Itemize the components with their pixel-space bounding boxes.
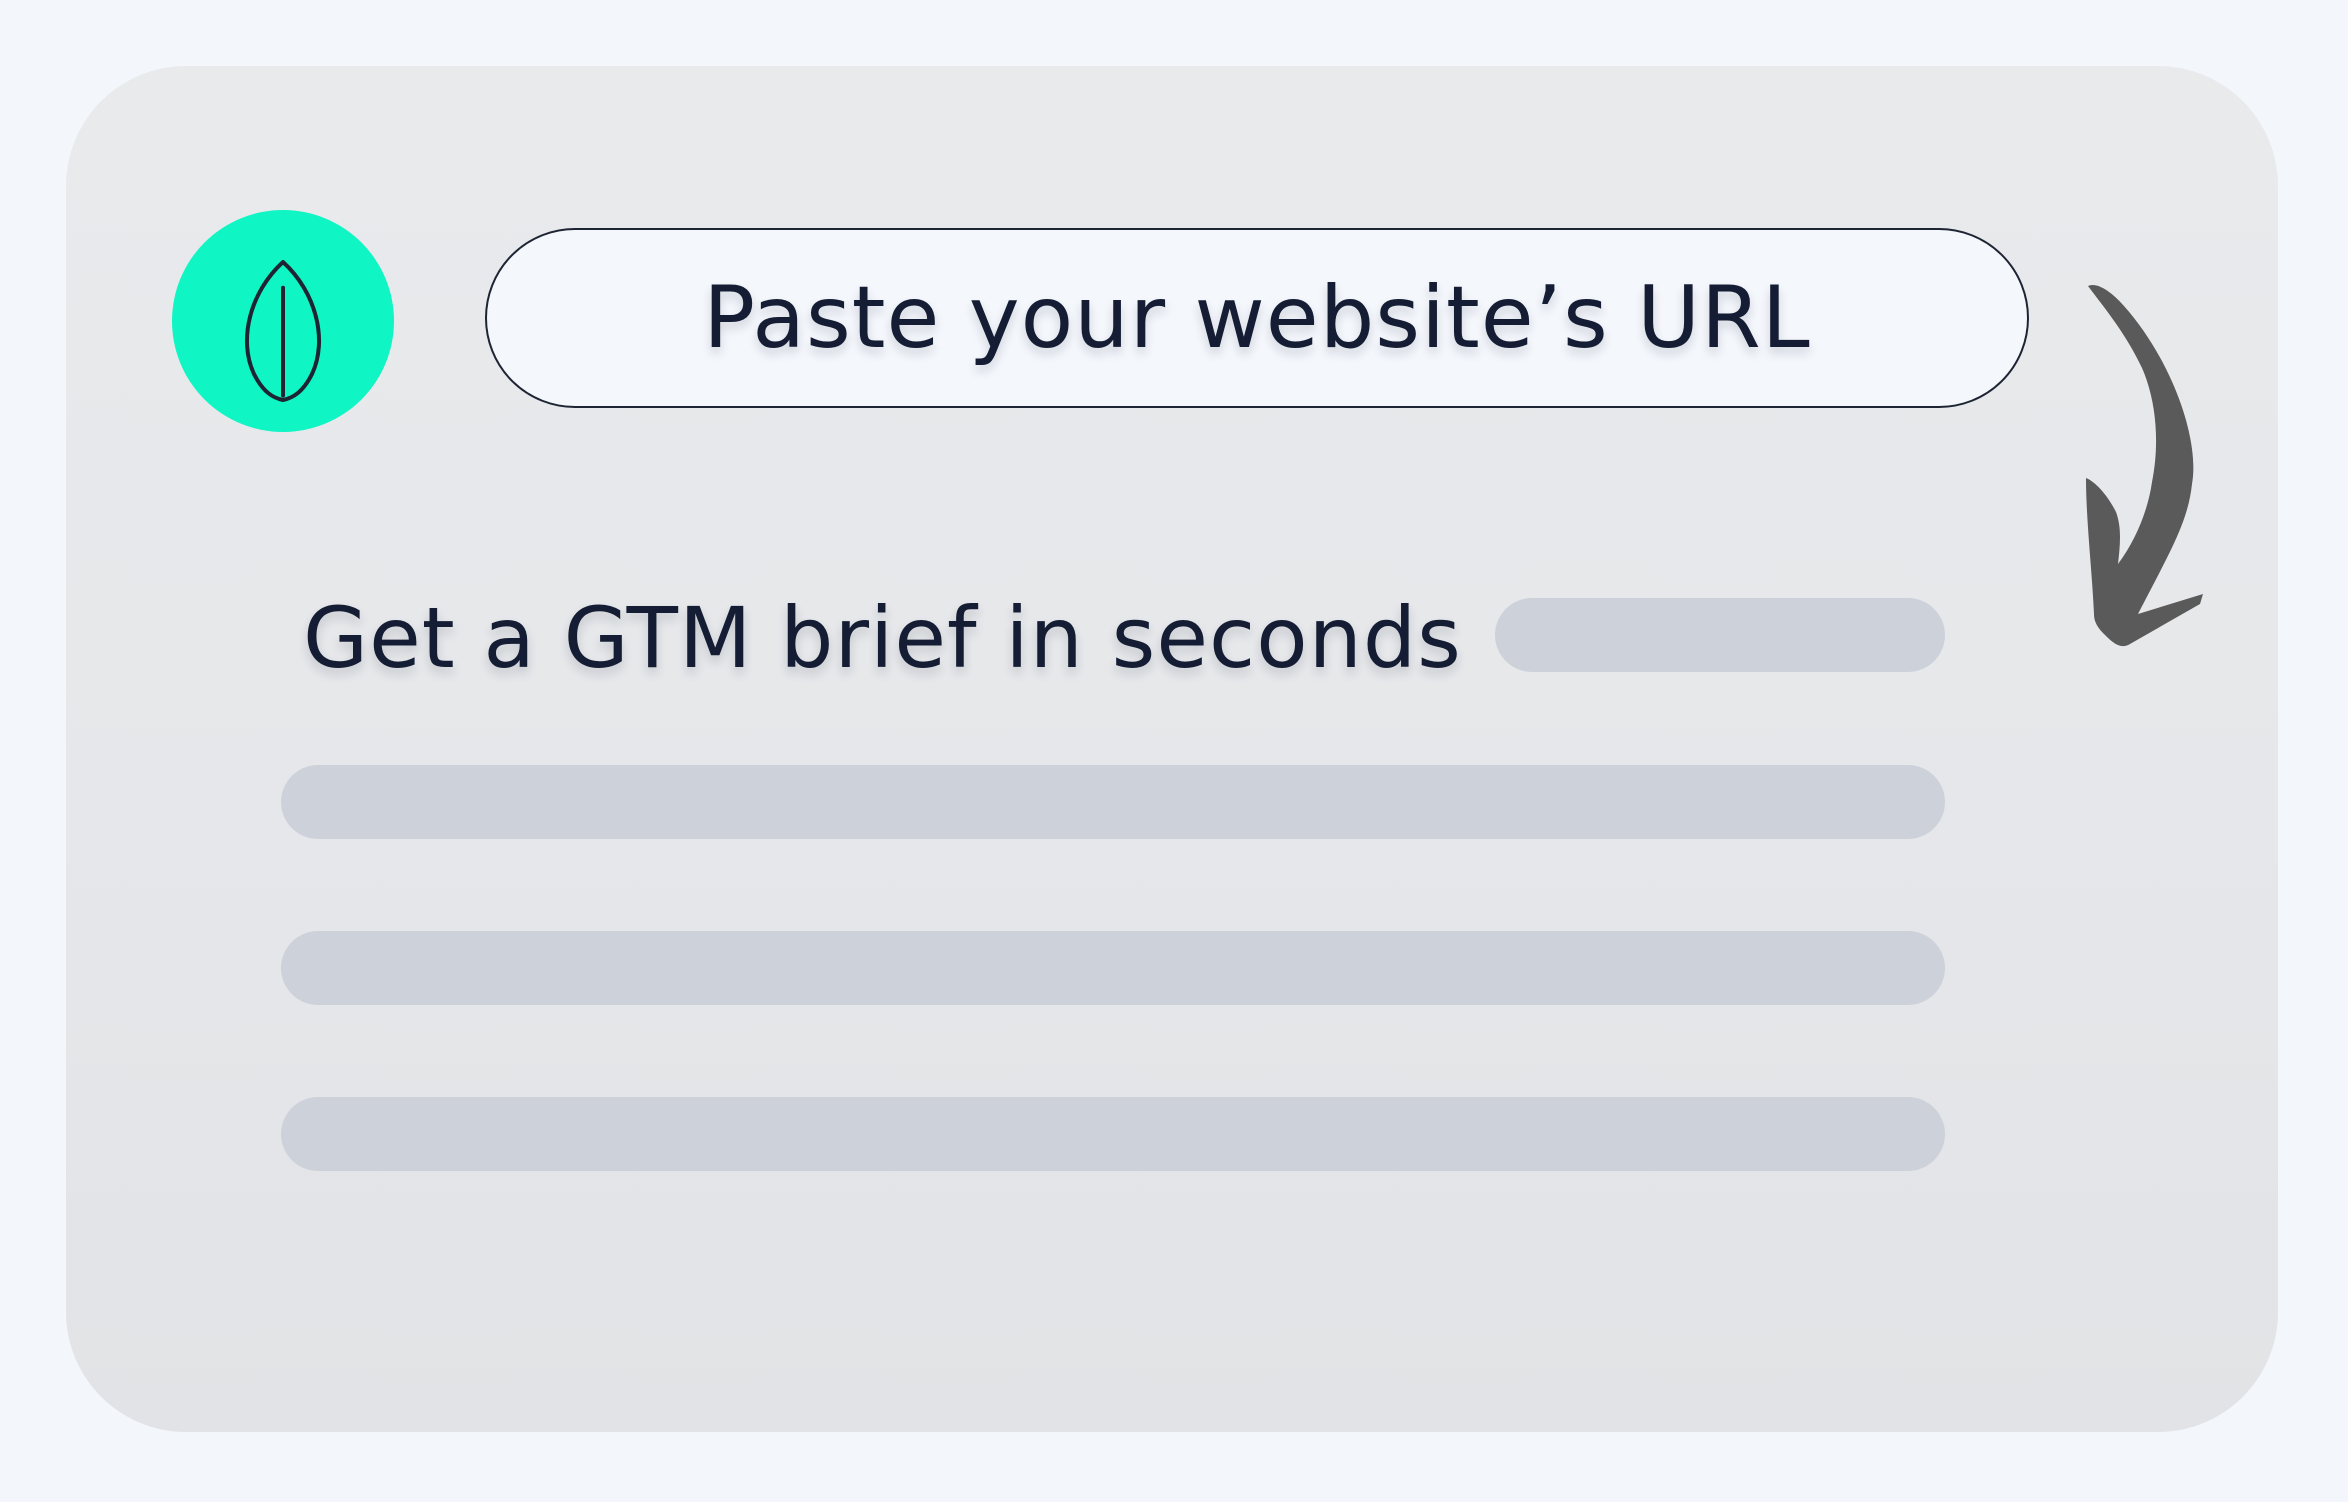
brief-title: Get a GTM brief in seconds <box>303 589 1462 687</box>
brand-logo <box>172 210 394 432</box>
website-url-input[interactable]: Paste your website’s URL <box>485 228 2029 408</box>
leaf-icon <box>245 260 321 402</box>
curved-arrow-down-icon <box>2086 284 2203 647</box>
placeholder-bar-3 <box>281 1097 1945 1171</box>
placeholder-bar-1 <box>281 765 1945 839</box>
placeholder-bar-short <box>1495 598 1945 672</box>
placeholder-bar-2 <box>281 931 1945 1005</box>
